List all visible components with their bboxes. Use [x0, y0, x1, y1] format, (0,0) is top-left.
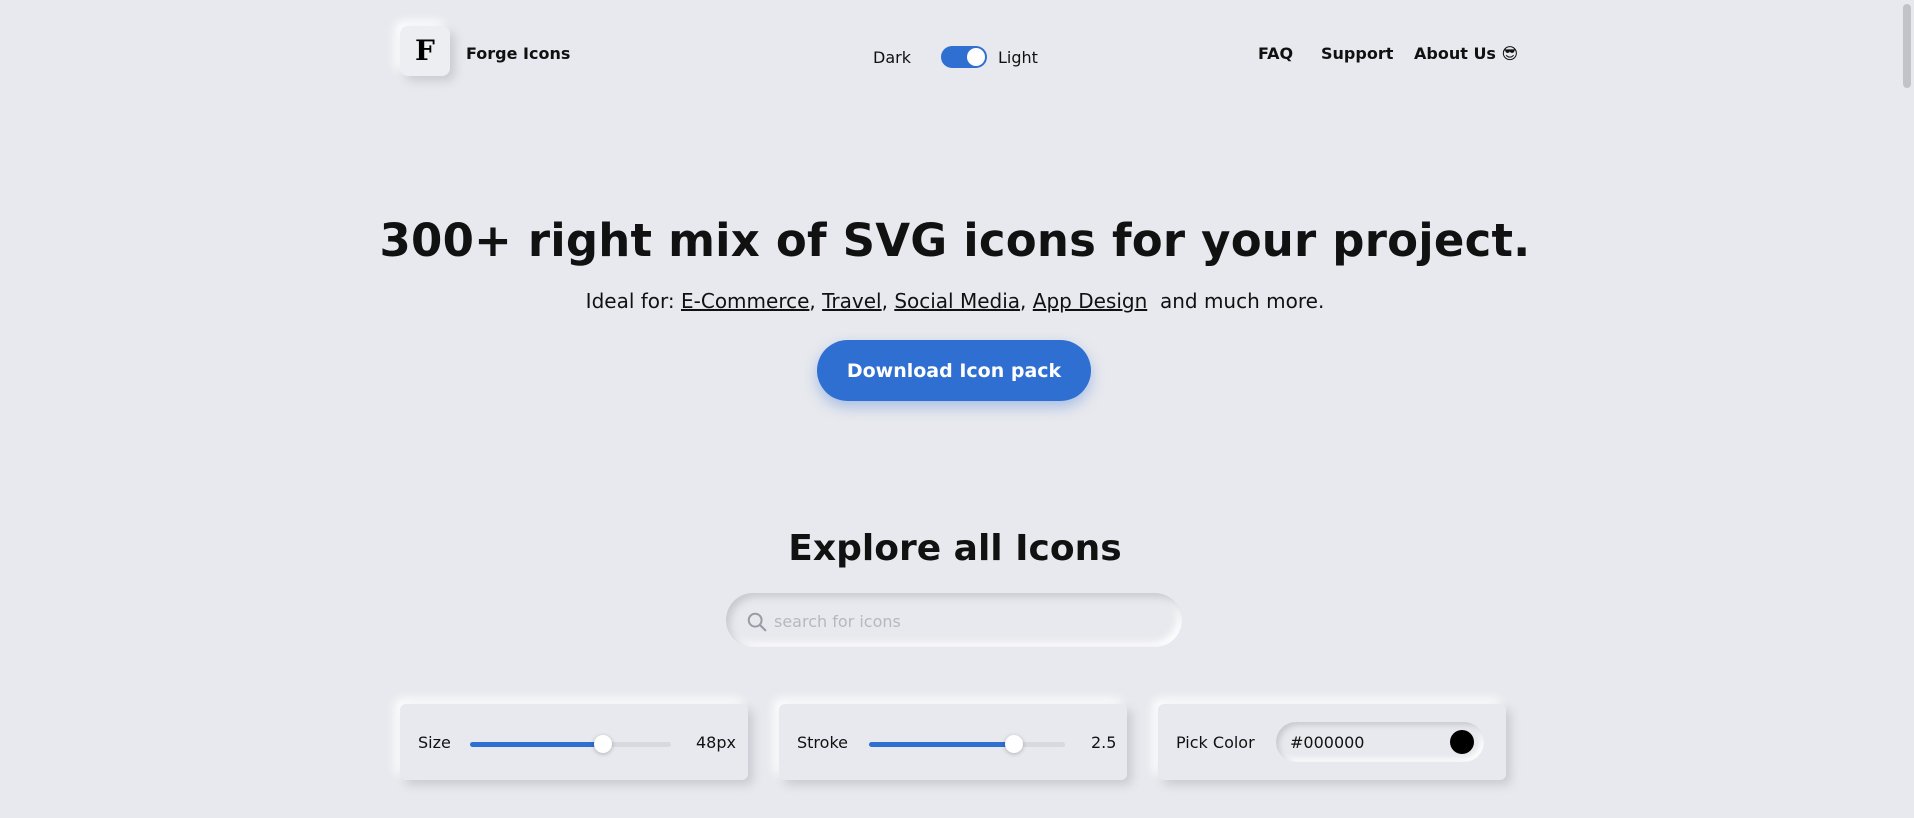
nav-faq[interactable]: FAQ [1258, 44, 1293, 63]
download-icon-pack-button[interactable]: Download Icon pack [817, 340, 1091, 401]
search-input[interactable] [772, 593, 1166, 649]
link-e-commerce[interactable]: E-Commerce [681, 289, 809, 313]
ideal-suffix: and much more. [1159, 289, 1325, 313]
hero-title: 300+ right mix of SVG icons for your pro… [379, 214, 1531, 267]
logo-letter: F [415, 34, 435, 67]
logo[interactable]: F [400, 26, 450, 76]
color-swatch[interactable] [1450, 730, 1474, 754]
stroke-slider[interactable] [869, 735, 1065, 753]
ideal-prefix: Ideal for: [585, 289, 675, 313]
size-control-card: Size 48px [400, 704, 748, 780]
stroke-slider-fill [869, 742, 1015, 747]
stroke-slider-thumb[interactable] [1005, 735, 1024, 753]
search-bar[interactable] [726, 593, 1182, 649]
color-picker-field[interactable]: #000000 [1276, 722, 1484, 762]
brand-name[interactable]: Forge Icons [466, 44, 570, 63]
size-slider-fill [470, 742, 603, 747]
size-label: Size [418, 733, 451, 752]
link-social-media[interactable]: Social Media [894, 289, 1020, 313]
explore-title: Explore all Icons [788, 528, 1122, 569]
pick-color-label: Pick Color [1176, 733, 1255, 752]
size-slider[interactable] [470, 735, 671, 753]
theme-light-label: Light [998, 48, 1038, 67]
nav-about-us[interactable]: About Us 😎 [1414, 44, 1518, 63]
stroke-control-card: Stroke 2.5 [779, 704, 1127, 780]
color-control-card: Pick Color #000000 [1158, 704, 1506, 780]
color-hex-value: #000000 [1290, 733, 1365, 752]
search-icon [747, 612, 767, 632]
link-app-design[interactable]: App Design [1033, 289, 1147, 313]
size-slider-thumb[interactable] [593, 735, 612, 753]
nav-support[interactable]: Support [1321, 44, 1393, 63]
stroke-value: 2.5 [1091, 733, 1117, 752]
theme-toggle-knob [967, 48, 985, 66]
theme-dark-label: Dark [873, 48, 911, 67]
theme-toggle[interactable] [941, 46, 987, 68]
link-travel[interactable]: Travel [822, 289, 881, 313]
page: F Forge Icons Dark Light FAQ Support Abo… [0, 0, 1914, 818]
page-scrollbar[interactable] [1900, 0, 1914, 818]
scrollbar-thumb[interactable] [1903, 4, 1911, 88]
stroke-label: Stroke [797, 733, 848, 752]
size-value: 48px [696, 733, 736, 752]
hero-subtitle: Ideal for: E-Commerce, Travel, Social Me… [585, 289, 1325, 313]
